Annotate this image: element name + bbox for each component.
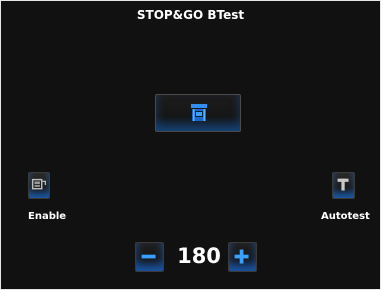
main-machine-button[interactable] [155,94,241,132]
enable-button[interactable] [28,172,50,199]
screen: STOP&GO BTest Enable Autotest 180 [0,0,381,290]
minus-icon [141,254,156,259]
printer-icon [31,178,46,190]
plus-icon [234,249,249,264]
stepper-value: 180 [177,244,221,268]
page-title: STOP&GO BTest [136,8,245,22]
autotest-button[interactable] [332,172,355,199]
machine-icon [191,104,207,121]
t-letter-icon [337,178,349,191]
decrease-button[interactable] [135,242,164,272]
enable-label: Enable [28,211,67,222]
increase-button[interactable] [228,242,257,272]
autotest-label: Autotest [321,211,370,222]
